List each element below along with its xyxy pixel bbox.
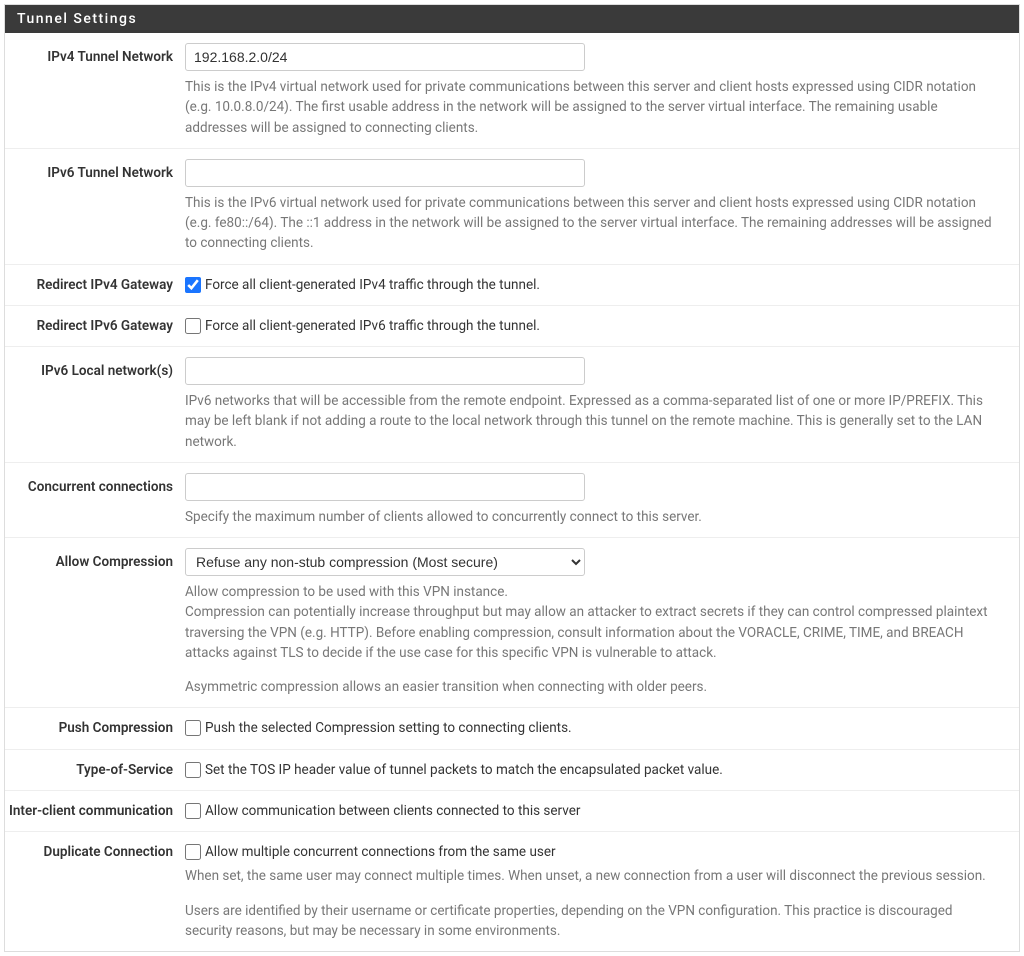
redirect-ipv6-gateway-checkbox-label: Force all client-generated IPv6 traffic … — [205, 316, 540, 336]
row-concurrent-connections: Concurrent connections Specify the maxim… — [5, 463, 1019, 538]
inter-client-communication-checkbox[interactable] — [185, 803, 201, 819]
inter-client-communication-checkbox-label: Allow communication between clients conn… — [205, 801, 580, 821]
row-ipv4-tunnel-network: IPv4 Tunnel Network This is the IPv4 vir… — [5, 33, 1019, 149]
label-ipv4-tunnel-network: IPv4 Tunnel Network — [5, 43, 185, 138]
row-inter-client-communication: Inter-client communication Allow communi… — [5, 791, 1019, 832]
type-of-service-checkbox[interactable] — [185, 762, 201, 778]
allow-compression-select[interactable]: Refuse any non-stub compression (Most se… — [185, 548, 585, 576]
label-redirect-ipv6-gateway: Redirect IPv6 Gateway — [5, 316, 185, 336]
help-concurrent-connections: Specify the maximum number of clients al… — [185, 507, 1003, 527]
help-allow-compression: Allow compression to be used with this V… — [185, 582, 1003, 697]
help-ipv6-tunnel-network: This is the IPv6 virtual network used fo… — [185, 193, 1003, 254]
ipv4-tunnel-network-input[interactable] — [185, 43, 585, 71]
concurrent-connections-input[interactable] — [185, 473, 585, 501]
redirect-ipv4-gateway-checkbox-label: Force all client-generated IPv4 traffic … — [205, 275, 540, 295]
row-redirect-ipv6-gateway: Redirect IPv6 Gateway Force all client-g… — [5, 306, 1019, 347]
label-ipv6-tunnel-network: IPv6 Tunnel Network — [5, 159, 185, 254]
type-of-service-checkbox-label: Set the TOS IP header value of tunnel pa… — [205, 760, 723, 780]
label-allow-compression: Allow Compression — [5, 548, 185, 697]
row-type-of-service: Type-of-Service Set the TOS IP header va… — [5, 750, 1019, 791]
redirect-ipv6-gateway-checkbox[interactable] — [185, 318, 201, 334]
row-ipv6-tunnel-network: IPv6 Tunnel Network This is the IPv6 vir… — [5, 149, 1019, 265]
duplicate-connection-checkbox[interactable] — [185, 844, 201, 860]
row-redirect-ipv4-gateway: Redirect IPv4 Gateway Force all client-g… — [5, 265, 1019, 306]
label-ipv6-local-networks: IPv6 Local network(s) — [5, 357, 185, 452]
redirect-ipv4-gateway-checkbox[interactable] — [185, 277, 201, 293]
help-ipv4-tunnel-network: This is the IPv4 virtual network used fo… — [185, 77, 1003, 138]
label-push-compression: Push Compression — [5, 718, 185, 738]
row-duplicate-connection: Duplicate Connection Allow multiple conc… — [5, 832, 1019, 951]
duplicate-connection-checkbox-label: Allow multiple concurrent connections fr… — [205, 842, 556, 862]
help-duplicate-connection: When set, the same user may connect mult… — [185, 866, 1003, 941]
ipv6-tunnel-network-input[interactable] — [185, 159, 585, 187]
label-inter-client-communication: Inter-client communication — [5, 801, 185, 821]
help-ipv6-local-networks: IPv6 networks that will be accessible fr… — [185, 391, 1003, 452]
label-type-of-service: Type-of-Service — [5, 760, 185, 780]
row-push-compression: Push Compression Push the selected Compr… — [5, 708, 1019, 749]
tunnel-settings-panel: Tunnel Settings IPv4 Tunnel Network This… — [4, 4, 1020, 952]
label-redirect-ipv4-gateway: Redirect IPv4 Gateway — [5, 275, 185, 295]
label-duplicate-connection: Duplicate Connection — [5, 842, 185, 941]
push-compression-checkbox[interactable] — [185, 720, 201, 736]
push-compression-checkbox-label: Push the selected Compression setting to… — [205, 718, 572, 738]
row-ipv6-local-networks: IPv6 Local network(s) IPv6 networks that… — [5, 347, 1019, 463]
ipv6-local-networks-input[interactable] — [185, 357, 585, 385]
row-allow-compression: Allow Compression Refuse any non-stub co… — [5, 538, 1019, 708]
label-concurrent-connections: Concurrent connections — [5, 473, 185, 527]
panel-title: Tunnel Settings — [5, 5, 1019, 33]
